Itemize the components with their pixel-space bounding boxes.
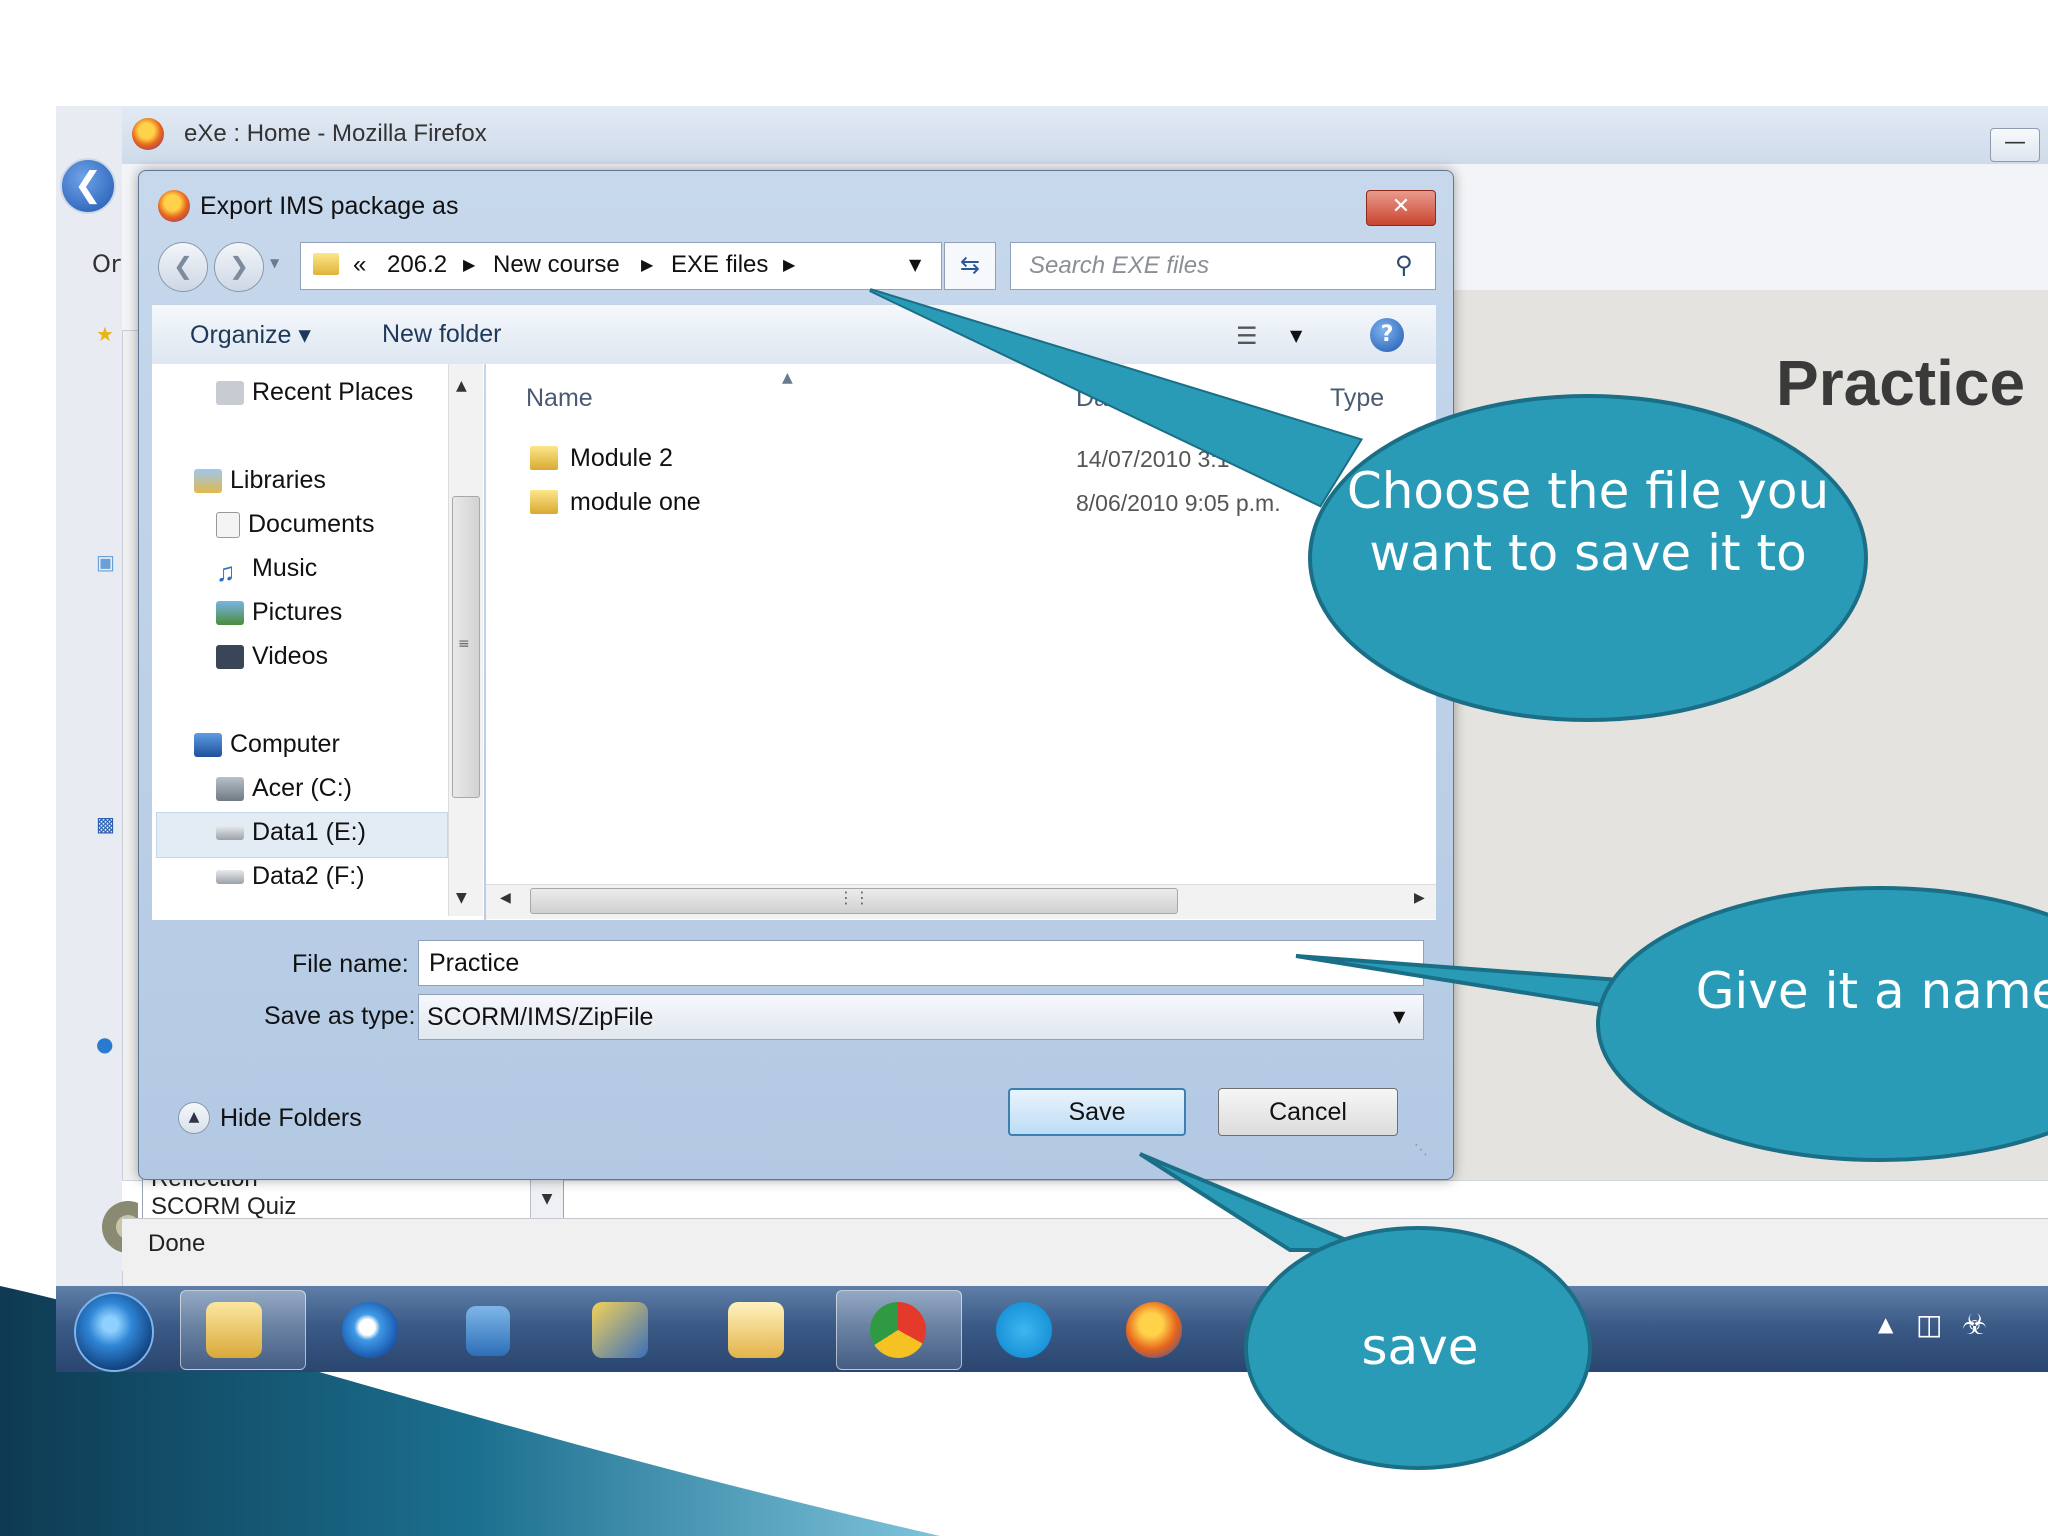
callout-choose-folder-text: Choose the file you want to save it to <box>1346 462 1830 582</box>
callout-save <box>1138 1152 1592 1470</box>
callout-give-name-text: Give it a name <box>1695 962 2048 1020</box>
callout-give-name <box>1295 886 2048 1162</box>
callout-layer <box>869 288 2048 1470</box>
callout-save-text: save <box>1361 1318 1479 1376</box>
